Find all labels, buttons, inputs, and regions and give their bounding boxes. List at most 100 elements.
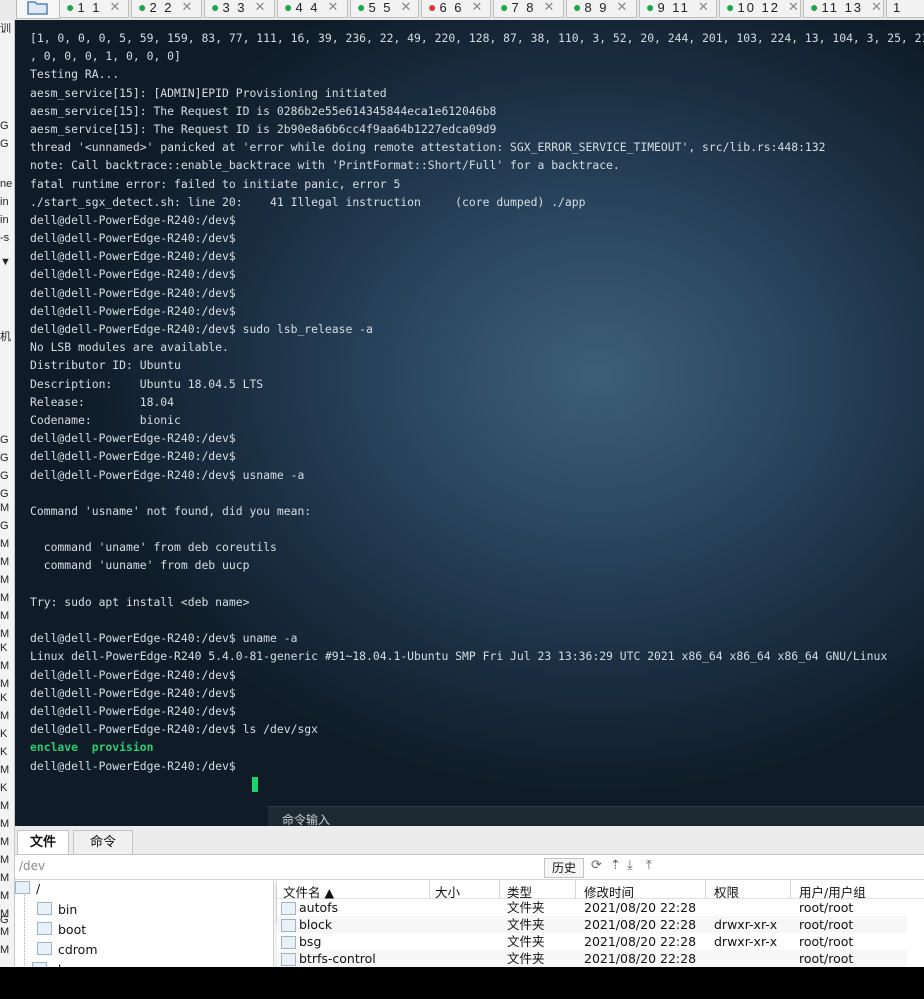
close-icon[interactable]: ✕ bbox=[698, 0, 709, 15]
session-tab-label: 11 13 bbox=[821, 0, 864, 15]
tree-item-dev[interactable]: ⊞ dev bbox=[21, 961, 76, 967]
file-modified-cell: 2021/08/20 22:28 bbox=[584, 934, 697, 949]
close-icon[interactable]: ✕ bbox=[788, 0, 799, 15]
close-icon[interactable]: ✕ bbox=[871, 0, 882, 15]
session-tab[interactable]: ● 8 9 ✕ bbox=[566, 0, 637, 18]
session-tab[interactable]: ● 11 13 ✕ bbox=[803, 0, 884, 18]
background-window-fragment: M bbox=[0, 556, 10, 568]
folder-icon bbox=[32, 962, 48, 967]
folder-icon bbox=[281, 936, 296, 949]
tree-item-label: boot bbox=[58, 922, 87, 937]
terminal-line: dell@dell-PowerEdge-R240:/dev$ bbox=[30, 685, 236, 700]
terminal-line: dell@dell-PowerEdge-R240:/dev$ bbox=[30, 303, 236, 318]
history-button[interactable]: 历史 bbox=[544, 858, 584, 878]
terminal-line: dell@dell-PowerEdge-R240:/dev$ uname -a bbox=[30, 631, 298, 646]
command-input[interactable]: 命令输入 bbox=[268, 806, 924, 826]
background-window-fragment: in bbox=[0, 196, 9, 208]
close-icon[interactable]: ✕ bbox=[617, 0, 628, 15]
file-list-header: 文件名 ▲ 大小 类型 修改时间 权限 用户/用户组 bbox=[277, 880, 924, 900]
file-modified-cell: 2021/08/20 22:28 bbox=[584, 917, 697, 932]
close-icon[interactable]: ✕ bbox=[328, 0, 339, 15]
tree-root[interactable]: / bbox=[15, 880, 40, 898]
terminal-line: Try: sudo apt install <deb name> bbox=[30, 594, 250, 609]
background-window-fragment: ne bbox=[0, 178, 13, 190]
file-modified-cell: 2021/08/20 22:28 bbox=[584, 900, 697, 915]
terminal-line: dell@dell-PowerEdge-R240:/dev$ usname -a bbox=[30, 467, 305, 482]
terminal-line: , 0, 0, 0, 1, 0, 0, 0] bbox=[30, 49, 181, 64]
file-row[interactable]: block 文件夹 2021/08/20 22:28 drwxr-xr-x root/r… bbox=[277, 916, 907, 933]
close-icon[interactable]: ✕ bbox=[401, 0, 412, 15]
background-window-fragment: K bbox=[0, 782, 8, 794]
terminal-output: [1, 0, 0, 0, 5, 59, 159, 83, 77, 111, 16… bbox=[30, 29, 924, 775]
folder-icon bbox=[27, 1, 48, 15]
terminal-line: aesm_service[15]: The Request ID is 2b90… bbox=[30, 121, 497, 136]
session-tab[interactable]: ● 7 8 ✕ bbox=[493, 0, 564, 18]
folder-icon bbox=[37, 942, 52, 955]
terminal-cursor bbox=[252, 777, 258, 792]
session-tab-label: 1 1 bbox=[77, 0, 102, 15]
terminal-line: Command 'usname' not found, did you mean… bbox=[30, 503, 312, 518]
session-tab-bar: ● 1 1 ✕ ● 2 2 ✕ ● 3 3 ✕ ● 4 4 ✕ ● 5 5 ✕ ● 6 6 ✕ ● 7 8 ✕ ● 8 9 ✕… bbox=[0, 0, 924, 21]
terminal-line: dell@dell-PowerEdge-R240:/dev$ bbox=[30, 449, 236, 464]
session-tab[interactable]: ● 10 12 ✕ bbox=[719, 0, 801, 18]
file-row[interactable]: btrfs-control 文件夹 2021/08/20 22:28 root/roo… bbox=[277, 950, 907, 967]
tree-item-boot[interactable]: boot bbox=[37, 921, 86, 939]
file-owner-cell: root/root bbox=[799, 900, 854, 915]
session-tab[interactable]: ● 5 5 ✕ bbox=[350, 0, 419, 18]
connection-status-icon: ● bbox=[428, 0, 437, 15]
terminal-line: note: Call backtrace::enable_backtrace w… bbox=[30, 158, 620, 173]
close-icon[interactable]: ✕ bbox=[472, 0, 483, 15]
background-window-fragment: M bbox=[0, 574, 10, 586]
session-tab[interactable]: ● 2 2 ✕ bbox=[131, 0, 202, 18]
terminal-line: dell@dell-PowerEdge-R240:/dev$ ls /dev/s… bbox=[30, 722, 319, 737]
close-icon[interactable]: ✕ bbox=[544, 0, 555, 15]
background-window-fragment: G bbox=[0, 520, 9, 532]
file-row[interactable]: autofs 文件夹 2021/08/20 22:28 root/root bbox=[277, 899, 907, 916]
terminal-line: enclave provision bbox=[30, 740, 154, 755]
connection-status-icon: ● bbox=[810, 0, 819, 15]
terminal-line: Linux dell-PowerEdge-R240 5.4.0-81-gener… bbox=[30, 649, 888, 664]
file-owner-cell: root/root bbox=[799, 934, 854, 949]
directory-tree: / bin boot cdrom ⊞ dev bbox=[15, 880, 274, 967]
close-icon[interactable]: ✕ bbox=[110, 0, 121, 15]
session-tab-label: 10 12 bbox=[737, 0, 781, 15]
background-window-fragment: M bbox=[0, 836, 10, 848]
open-folder-button[interactable] bbox=[16, 0, 60, 19]
session-tab[interactable]: ● 1 1 ✕ bbox=[59, 0, 129, 18]
up-directory-icon[interactable]: ⇡ bbox=[610, 858, 621, 873]
tree-item-cdrom[interactable]: cdrom bbox=[37, 941, 98, 959]
tab-commands[interactable]: 命令 bbox=[73, 830, 133, 854]
background-window-fragment: 训 bbox=[0, 23, 11, 35]
file-perms-cell: drwxr-xr-x bbox=[714, 917, 778, 932]
terminal-line: Distributor ID: Ubuntu bbox=[30, 358, 181, 373]
session-tab[interactable]: 1 bbox=[886, 0, 924, 18]
tree-item-bin[interactable]: bin bbox=[37, 901, 77, 919]
path-input[interactable]: /dev bbox=[19, 859, 45, 873]
upload-icon[interactable]: ⤒ bbox=[646, 858, 652, 873]
close-icon[interactable]: ✕ bbox=[182, 0, 193, 15]
tab-files[interactable]: 文件 bbox=[17, 830, 69, 854]
session-tab[interactable]: ● 6 6 ✕ bbox=[421, 0, 491, 18]
background-window-fragment: M bbox=[0, 502, 10, 514]
terminal-line: dell@dell-PowerEdge-R240:/dev$ bbox=[30, 231, 236, 246]
expand-icon[interactable]: ⊞ bbox=[21, 966, 29, 967]
background-window-fragment: G bbox=[0, 434, 9, 446]
session-tab-label: 6 6 bbox=[439, 0, 464, 15]
download-icon[interactable]: ⤓ bbox=[627, 858, 633, 873]
file-row[interactable]: bsg 文件夹 2021/08/20 22:28 drwxr-xr-x root/roo… bbox=[277, 933, 907, 950]
terminal-line: command 'uuname' from deb uucp bbox=[30, 558, 250, 573]
background-window-fragment: M bbox=[0, 764, 10, 776]
connection-status-icon: ● bbox=[573, 0, 582, 15]
session-tab[interactable]: ● 4 4 ✕ bbox=[277, 0, 348, 18]
terminal-line: Release: 18.04 bbox=[30, 394, 175, 409]
session-tab[interactable]: ● 3 3 ✕ bbox=[204, 0, 275, 18]
connection-status-icon: ● bbox=[66, 0, 75, 15]
session-tab[interactable]: ● 9 11 ✕ bbox=[639, 0, 717, 18]
terminal-line: command 'uname' from deb coreutils bbox=[30, 540, 277, 555]
refresh-icon[interactable]: ⟳ bbox=[591, 858, 602, 873]
terminal-line: dell@dell-PowerEdge-R240:/dev$ bbox=[30, 667, 236, 682]
terminal-view[interactable]: [1, 0, 0, 0, 5, 59, 159, 83, 77, 111, 16… bbox=[15, 20, 924, 826]
file-panel-tabs: 文件 命令 bbox=[15, 826, 924, 855]
terminal-line: Testing RA... bbox=[30, 67, 120, 82]
close-icon[interactable]: ✕ bbox=[255, 0, 266, 15]
